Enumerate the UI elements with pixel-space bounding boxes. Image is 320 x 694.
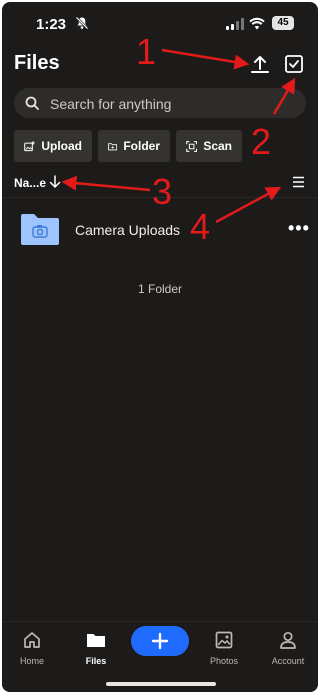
list-view-icon[interactable] bbox=[292, 176, 305, 188]
tab-home-label: Home bbox=[19, 656, 44, 666]
sort-by-name[interactable]: Na...e bbox=[14, 176, 46, 190]
upload-button-label: Upload bbox=[41, 139, 82, 153]
tab-bar: Home Files Photos Account bbox=[2, 621, 318, 692]
page-title: Files bbox=[14, 52, 60, 74]
folder-icon bbox=[87, 634, 105, 647]
camera-folder-icon bbox=[21, 214, 59, 245]
add-image-icon bbox=[24, 140, 35, 151]
add-button[interactable] bbox=[131, 626, 189, 656]
plus-icon bbox=[151, 632, 169, 650]
status-bar: 1:23 45 bbox=[2, 14, 318, 36]
sort-direction-arrow-icon[interactable] bbox=[49, 175, 61, 189]
tab-files[interactable]: Files bbox=[66, 630, 126, 666]
photos-icon bbox=[215, 631, 233, 649]
select-checkbox-icon[interactable] bbox=[284, 54, 304, 74]
wifi-icon bbox=[249, 17, 265, 30]
folder-button-label: Folder bbox=[123, 139, 160, 153]
sort-bar: Na...e bbox=[14, 174, 306, 194]
item-count: 1 Folder bbox=[137, 282, 183, 296]
tab-account[interactable]: Account bbox=[258, 630, 318, 666]
battery-indicator: 45 bbox=[272, 16, 294, 30]
tab-files-label: Files bbox=[85, 656, 107, 666]
annotation-arrow-1 bbox=[161, 48, 250, 70]
account-icon bbox=[280, 631, 296, 649]
tab-photos[interactable]: Photos bbox=[194, 630, 254, 666]
divider bbox=[2, 197, 318, 198]
tab-home[interactable]: Home bbox=[2, 630, 62, 666]
tab-photos-label: Photos bbox=[209, 656, 239, 666]
annotation-number-2: 2 bbox=[251, 121, 271, 162]
status-time: 1:23 bbox=[36, 16, 67, 33]
muted-bell-icon bbox=[75, 16, 89, 30]
search-input[interactable] bbox=[48, 88, 292, 120]
annotation-number-1: 1 bbox=[136, 31, 156, 72]
home-indicator bbox=[106, 682, 216, 686]
upload-button[interactable]: Upload bbox=[14, 130, 92, 162]
scan-button[interactable]: Scan bbox=[176, 130, 242, 162]
search-bar[interactable] bbox=[14, 88, 306, 120]
upload-icon[interactable] bbox=[249, 54, 271, 76]
more-options-button[interactable]: ••• bbox=[288, 219, 310, 237]
file-name: Camera Uploads bbox=[75, 222, 181, 238]
new-folder-button[interactable]: Folder bbox=[98, 130, 170, 162]
home-icon bbox=[24, 632, 40, 648]
scan-button-label: Scan bbox=[203, 139, 232, 153]
file-row-camera-uploads[interactable]: Camera Uploads ••• bbox=[2, 204, 318, 258]
search-icon bbox=[25, 96, 39, 110]
signal-icon bbox=[226, 18, 244, 30]
tab-account-label: Account bbox=[271, 656, 305, 666]
phone-screen: 1:23 45 Files Search for anything Upload… bbox=[2, 2, 318, 692]
scan-icon bbox=[186, 140, 198, 152]
add-folder-icon bbox=[108, 142, 118, 150]
